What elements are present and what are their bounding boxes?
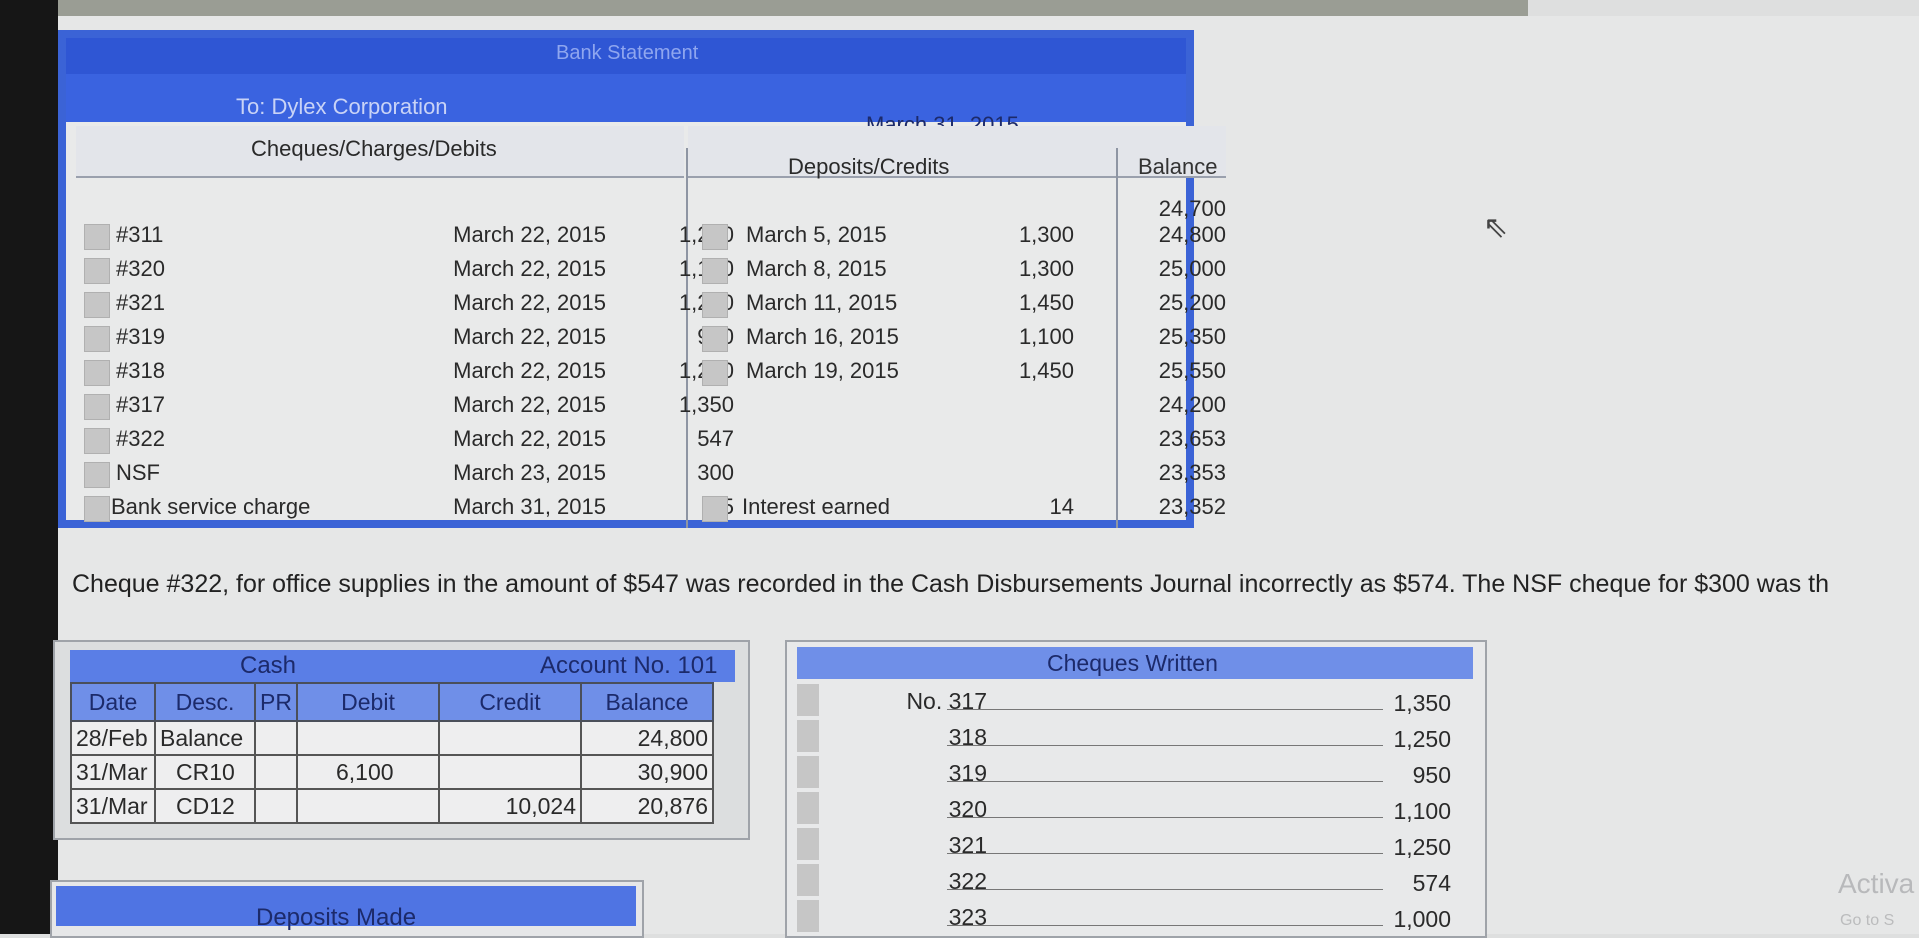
col-pr: PR [254,682,298,722]
cheque-row: 323 1,000 [797,900,1473,934]
table-row: 28/Feb Balance 24,800 [70,720,714,756]
cheque-row: 320 1,100 [797,792,1473,826]
cash-title: Cash [240,652,297,679]
col-balance: Balance [580,682,714,722]
col-debit: Debit [296,682,440,722]
cheque-row: 318 1,250 [797,720,1473,754]
cheques-column-header: Cheques/Charges/Debits [76,126,684,178]
deposits-column-header: Deposits/Credits [688,126,1118,179]
cash-ledger-header: Cash Account No. 101 [70,650,735,682]
bank-statement: Bank Statement To: Dylex Corporation Mar… [58,30,1226,528]
monitor-bezel [0,0,58,934]
col-credit: Credit [438,682,582,722]
cheques-written-panel: Cheques Written No. 317 1,350 318 1,250 31… [785,640,1487,938]
bank-statement-title: Bank Statement [556,42,699,64]
activate-windows-watermark: Activa [1838,868,1915,899]
cash-ledger-table: Date Desc. PR Debit Credit Balance 28/Fe… [70,682,714,824]
cash-ledger: Cash Account No. 101 Date Desc. PR Debit… [53,640,750,840]
cheque-row: 322 574 [797,864,1473,898]
table-header-row: Date Desc. PR Debit Credit Balance [70,682,714,722]
cheques-written-header: Cheques Written [797,647,1473,679]
deposits-made-header: Deposits Made [56,886,636,931]
opening-balance: 24,700 [1158,196,1226,221]
account-number: Account No. 101 [540,652,718,679]
cheque-row: No. 317 1,350 [797,684,1473,718]
col-date: Date [70,682,156,722]
cheque-row: 321 1,250 [797,828,1473,862]
cheque-row: 319 950 [797,756,1473,790]
cheques-written-title: Cheques Written [1047,650,1218,676]
bank-header-top: Bank Statement [66,38,1186,74]
activate-windows-subtext: Go to S [1840,912,1895,929]
deposits-made-title: Deposits Made [256,904,417,931]
table-row: 31/Mar CR10 6,100 30,900 [70,754,714,790]
problem-note: Cheque #322, for office supplies in the … [72,570,1830,598]
col-desc: Desc. [154,682,256,722]
bank-recipient: To: Dylex Corporation [236,94,448,119]
balance-column-header: Balance [1118,126,1226,179]
table-row: 31/Mar CD12 10,024 20,876 [70,788,714,824]
deposits-made-panel: Deposits Made [50,880,644,938]
column-divider [1116,148,1118,528]
mouse-cursor-icon: ⇖ [1483,211,1509,244]
